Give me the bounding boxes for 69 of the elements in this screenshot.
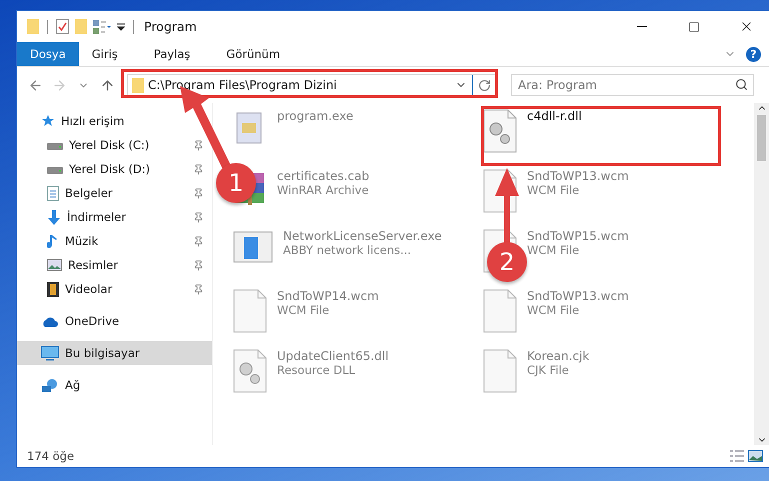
drive-icon bbox=[47, 164, 63, 174]
picture-icon bbox=[47, 259, 62, 271]
ribbon-tab[interactable]: Paylaş bbox=[140, 42, 204, 66]
search-icon[interactable] bbox=[735, 78, 748, 91]
file-name[interactable]: NetworkLicenseServer.exe bbox=[283, 229, 442, 243]
network-icon bbox=[41, 378, 59, 392]
download-arrow-icon bbox=[47, 210, 61, 224]
nav-item[interactable]: Bu bilgisayar bbox=[17, 341, 212, 365]
file-name[interactable]: SndToWP13.wcm bbox=[527, 169, 629, 183]
file-type: ABBY network licens... bbox=[283, 243, 412, 257]
file-type: WinRAR Archive bbox=[277, 183, 370, 197]
star-icon bbox=[41, 114, 55, 128]
file-name[interactable]: program.exe bbox=[277, 109, 354, 123]
up-icon[interactable] bbox=[100, 78, 114, 92]
file-type: CJK File bbox=[527, 363, 570, 377]
file-type: WCM File bbox=[527, 183, 580, 197]
nav-item[interactable]: OneDrive bbox=[17, 309, 212, 333]
gear-file-icon bbox=[483, 109, 517, 153]
folder-icon bbox=[132, 78, 144, 92]
document-icon bbox=[483, 289, 517, 333]
monitor-icon bbox=[41, 346, 59, 360]
scrollbar[interactable] bbox=[754, 103, 769, 445]
file-name[interactable]: Korean.cjk bbox=[527, 349, 590, 363]
file-type: WCM File bbox=[277, 303, 330, 317]
nav-item[interactable]: Videolar bbox=[17, 277, 212, 301]
nav-item[interactable]: Yerel Disk (D:) bbox=[17, 157, 212, 181]
nav-item[interactable]: Müzik bbox=[17, 229, 212, 253]
nav-item[interactable]: Resimler bbox=[17, 253, 212, 277]
file-type: WCM File bbox=[527, 243, 580, 257]
nav-item[interactable]: Ağ bbox=[17, 373, 212, 397]
document-icon bbox=[483, 349, 517, 393]
file-name[interactable]: SndToWP13.wcm bbox=[527, 289, 629, 303]
window-icon bbox=[233, 229, 273, 265]
nav-item[interactable]: İndirmeler bbox=[17, 205, 212, 229]
file-name[interactable]: certificates.cab bbox=[277, 169, 370, 183]
layout-icon[interactable] bbox=[93, 20, 111, 34]
maximize-icon bbox=[688, 20, 700, 32]
window-title: Program bbox=[144, 19, 198, 34]
drive-icon bbox=[47, 140, 63, 150]
ribbon-tab[interactable]: Görünüm bbox=[213, 42, 294, 66]
music-note-icon bbox=[47, 234, 59, 248]
gear-file-icon bbox=[233, 349, 267, 393]
file-name[interactable]: SndToWP15.wcm bbox=[527, 229, 629, 243]
item-count: 174 öğe bbox=[27, 449, 74, 463]
refresh-icon[interactable] bbox=[478, 78, 491, 92]
document-icon bbox=[47, 186, 59, 200]
ribbon-tab[interactable]: Dosya bbox=[17, 42, 79, 66]
file-name[interactable]: UpdateClient65.dll bbox=[277, 349, 389, 363]
dropdown-icon[interactable] bbox=[117, 22, 125, 30]
scroll-thumb[interactable] bbox=[757, 115, 766, 161]
back-icon[interactable] bbox=[28, 78, 42, 92]
ribbon-tab[interactable]: Giriş bbox=[78, 42, 131, 66]
file-type: WCM File bbox=[527, 303, 580, 317]
document-icon bbox=[233, 289, 267, 333]
nav-item[interactable]: Belgeler bbox=[17, 181, 212, 205]
file-name[interactable]: c4dll-r.dll bbox=[527, 109, 582, 123]
properties-icon[interactable] bbox=[56, 19, 69, 34]
help-button[interactable]: ? bbox=[746, 46, 761, 62]
cloud-icon bbox=[41, 316, 59, 326]
large-icons-view-icon[interactable] bbox=[748, 450, 763, 462]
nav-item[interactable]: Hızlı erişim bbox=[17, 109, 212, 133]
details-view-icon[interactable] bbox=[730, 450, 744, 462]
file-type: Resource DLL bbox=[277, 363, 356, 377]
minimize-icon bbox=[637, 26, 647, 27]
file-name[interactable]: SndToWP14.wcm bbox=[277, 289, 379, 303]
nav-item[interactable]: Yerel Disk (C:) bbox=[17, 133, 212, 157]
film-icon bbox=[47, 282, 59, 296]
search-field[interactable]: Ara: Program bbox=[511, 74, 754, 96]
folder-icon bbox=[27, 19, 39, 34]
